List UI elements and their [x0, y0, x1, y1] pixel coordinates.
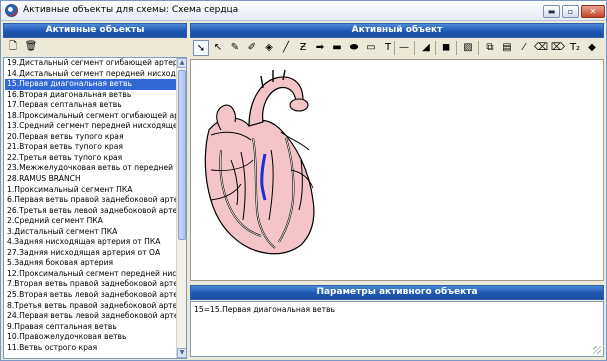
brush-icon[interactable]: ⁄ [516, 40, 532, 56]
list-item[interactable]: 17.Первая септальная ветвь [5, 100, 177, 111]
drawing-toolbar: ➘ ↖ ✎ ✐ ◈ ╱ Ƶ ➡ ▬ ⬬ ▭ T — ◢ ◼ ▨ ⧉ ▤ ⁄ ⌫ ⌦ T₂ ◆ [190, 38, 604, 58]
list-item[interactable]: 12.Проксимальный сегмент передней нисход [5, 269, 177, 280]
app-logo-icon [5, 4, 18, 17]
paste-icon[interactable]: ▤ [499, 40, 515, 56]
list-item[interactable]: 3.Дистальный сегмент ПКА [5, 227, 177, 238]
objects-toolbar: 🗋 🗑 [3, 38, 187, 56]
list-item[interactable]: 24.Первая ветвь левой заднебоковой артер… [5, 311, 177, 322]
list-item[interactable]: 15.Первая диагональная ветвь [5, 79, 177, 90]
pulmonary-trunk [289, 98, 309, 112]
list-item[interactable]: 26.Третья ветвь левой заднебоковой артер… [5, 206, 177, 217]
trash-icon[interactable]: 🗑 [23, 39, 39, 55]
list-item[interactable]: 13.Средний сегмент передней нисходящей а [5, 121, 177, 132]
scroll-up-button[interactable]: ▲ [177, 58, 186, 68]
list-item[interactable]: 4.Задняя нисходящая артерия от ПКА [5, 237, 177, 248]
close-button[interactable]: ✕ [581, 5, 605, 18]
list-item[interactable]: 16.Вторая диагональная ветвь [5, 90, 177, 101]
list-item[interactable]: 27.Задняя нисходящая артерия от ОА [5, 248, 177, 259]
list-item[interactable]: 8.Третья ветвь правой заднебоковой артер… [5, 301, 177, 312]
window-title: Активные объекты для схемы: Схема сердца [23, 5, 239, 15]
list-item[interactable]: 25.Вторая ветвь левой заднебоковой артер… [5, 290, 177, 301]
params-field[interactable]: 15=15.Первая диагональная ветвь [190, 301, 604, 357]
params-value: 15=15.Первая диагональная ветвь [194, 305, 335, 314]
text-format-icon[interactable]: T₂ [567, 40, 583, 56]
pen-icon[interactable]: ✎ [227, 40, 243, 56]
list-item[interactable]: 28.RAMUS BRANCH [5, 174, 177, 185]
heart-body [204, 117, 315, 255]
active-object-header: Активный объект [190, 23, 604, 38]
toolbar-separator [414, 41, 415, 55]
rounded-rect-icon[interactable]: ▭ [363, 40, 379, 56]
arrow-shape-icon[interactable]: ➡ [312, 40, 328, 56]
list-item[interactable]: 23.Межжелудочковая ветвь от передней нис… [5, 163, 177, 174]
objects-list[interactable]: 19.Дистальный сегмент огибающей артерии 1… [3, 57, 187, 359]
list-item[interactable]: 5.Задняя боковая артерия [5, 258, 177, 269]
params-header: Параметры активного объекта [190, 285, 604, 300]
list-item[interactable]: 1.Проксимальный сегмент ПКА [5, 185, 177, 196]
maximize-button[interactable]: ▫ [562, 5, 579, 18]
pointer-red-icon[interactable]: ↖ [210, 40, 226, 56]
diagram-canvas[interactable] [190, 59, 604, 281]
toolbar-separator [456, 41, 457, 55]
line-icon[interactable]: ╱ [278, 40, 294, 56]
objects-list-scrollbar[interactable]: ▲ ▼ [176, 58, 186, 358]
eraser-icon[interactable]: ⌫ [533, 40, 549, 56]
toolbar-separator [478, 41, 479, 55]
list-item[interactable]: 18.Проксимальный сегмент огибающей артер… [5, 111, 177, 122]
new-document-icon[interactable]: 🗋 [5, 39, 21, 55]
active-objects-panel: Активные объекты 🗋 🗑 19.Дистальный сегме… [3, 23, 187, 359]
line-color-icon[interactable]: ◢ [418, 40, 434, 56]
list-item[interactable]: 6.Первая ветвь правой заднебоковой артер… [5, 195, 177, 206]
toolbar-separator [394, 41, 395, 55]
resize-grip[interactable] [593, 346, 601, 354]
clear-icon[interactable]: ◆ [584, 40, 600, 56]
toolbar-separator [435, 41, 436, 55]
ellipse-icon[interactable]: ⬬ [346, 40, 362, 56]
rectangle-icon[interactable]: ▬ [329, 40, 345, 56]
list-item[interactable]: 22.Третья ветвь тупого края [5, 153, 177, 164]
erase-all-icon[interactable]: ⌦ [550, 40, 566, 56]
marker-icon[interactable]: ✐ [244, 40, 260, 56]
list-item[interactable]: 2.Средний сегмент ПКА [5, 216, 177, 227]
list-item[interactable]: 10.Правожелудочковая ветвь [5, 332, 177, 343]
list-item[interactable]: 14.Дистальный сегмент передней нисходяще… [5, 69, 177, 80]
heart-diagram [204, 69, 315, 255]
scroll-down-button[interactable]: ▼ [177, 348, 186, 358]
list-item[interactable]: 19.Дистальный сегмент огибающей артерии [5, 58, 177, 69]
pattern-icon[interactable]: ▨ [460, 40, 476, 56]
minimize-button[interactable]: ▬ [543, 5, 560, 18]
active-objects-header: Активные объекты [3, 23, 187, 38]
fill-color-icon[interactable]: ◼ [438, 40, 454, 56]
active-object-panel: Активный объект ➘ ↖ ✎ ✐ ◈ ╱ Ƶ ➡ ▬ ⬬ ▭ T — ◢ ◼ ▨ ⧉ ▤ ⁄ ⌫ ⌦ T₂ ◆ [190, 23, 604, 357]
title-bar[interactable]: Активные объекты для схемы: Схема сердца… [1, 1, 606, 21]
objects-list-items: 19.Дистальный сегмент огибающей артерии 1… [5, 58, 177, 358]
list-item[interactable]: 9.Правая септальная ветвь [5, 322, 177, 333]
fill-bucket-icon[interactable]: ◈ [261, 40, 277, 56]
list-item[interactable]: 7.Вторая ветвь правой заднебоковой артер… [5, 279, 177, 290]
scroll-thumb[interactable] [178, 70, 186, 240]
copy-icon[interactable]: ⧉ [482, 40, 498, 56]
select-arrow-icon[interactable]: ➘ [193, 40, 209, 56]
line-width-icon[interactable]: — [396, 40, 412, 56]
polyline-icon[interactable]: Ƶ [295, 40, 311, 56]
list-item[interactable]: 21.Вторая ветвь тупого края [5, 142, 177, 153]
list-item[interactable]: 11.Ветвь острого края [5, 343, 177, 354]
list-item[interactable]: 20.Первая ветвь тупого края [5, 132, 177, 143]
app-window: Активные объекты для схемы: Схема сердца… [0, 0, 607, 361]
